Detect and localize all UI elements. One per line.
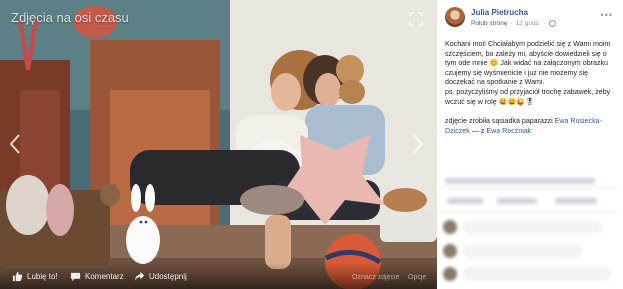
- avatar[interactable]: [445, 7, 465, 27]
- post-sidebar: Julia Pietrucha Polub stronę · 12 godz. …: [437, 0, 623, 289]
- post-text-line: wczuć się w rolę 😄😄😜🎖: [445, 97, 535, 106]
- avatar: [443, 267, 457, 281]
- comment-bubble: [462, 220, 602, 234]
- credit-separator: — z: [469, 126, 487, 135]
- share-button[interactable]: Udostępnij: [134, 271, 187, 282]
- avatar: [443, 244, 457, 258]
- post-text-line: szczęściem, bo zależy mi, abyście dowied…: [445, 49, 607, 58]
- comment-label: Komentarz: [85, 272, 124, 281]
- comment: [443, 244, 582, 258]
- photo-viewer[interactable]: Zdjęcia na osi czasu Lubię to! Komentarz…: [0, 0, 437, 289]
- blurred-line: [447, 198, 483, 204]
- post-author-header: Julia Pietrucha Polub stronę · 12 godz. …: [445, 7, 556, 29]
- post-text-line: ps. pożyczyliśmy od przyjaciół trochę za…: [445, 87, 611, 96]
- author-subline: Polub stronę · 12 godz. ·: [471, 18, 556, 29]
- photo-credit: zdjęcie zrobiła sąsiadka paparazzi Ewa R…: [445, 117, 617, 136]
- post-text-line: tym ode mnie 😊 Jak widać na załączonym o…: [445, 59, 608, 68]
- blurred-line: [497, 198, 537, 204]
- comment-icon: [70, 272, 81, 282]
- more-options-icon[interactable]: •••: [601, 10, 613, 20]
- next-photo-icon[interactable]: [411, 133, 425, 155]
- like-label: Lubię to!: [27, 272, 58, 281]
- globe-icon: [548, 20, 556, 27]
- like-button[interactable]: Lubię to!: [12, 271, 58, 282]
- fullscreen-icon[interactable]: [409, 12, 423, 26]
- separator-dot: ·: [543, 20, 546, 27]
- share-icon: [134, 271, 145, 281]
- blurred-line: [445, 178, 595, 184]
- tag-photo-link[interactable]: Oznacz zdjęcie: [352, 274, 399, 281]
- comment-bubble: [462, 267, 612, 281]
- post-time[interactable]: 12 godz.: [516, 18, 541, 29]
- blurred-reactions-and-comments: [437, 170, 623, 289]
- photo: [0, 0, 437, 289]
- post-text: Kochani moi! Chciałabym podzielić się z …: [445, 40, 617, 107]
- previous-photo-icon[interactable]: [8, 133, 22, 155]
- blurred-line: [555, 198, 597, 204]
- author-name[interactable]: Julia Pietrucha: [471, 7, 556, 18]
- thumbs-up-icon: [12, 271, 23, 282]
- comment: [443, 267, 612, 281]
- share-label: Udostępnij: [149, 272, 187, 281]
- post-text-line: Kochani moi! Chciałabym podzielić się z …: [445, 40, 611, 48]
- post-text-line: doczekać na spotkanie z Wami.: [445, 78, 545, 87]
- comment: [443, 220, 602, 234]
- options-link[interactable]: Opcje: [408, 274, 426, 281]
- post-text-line: czujemy się wyśmienicie i już nie możemy…: [445, 68, 589, 77]
- tagged-person-link[interactable]: Ewa Roczniak: [486, 127, 531, 135]
- avatar: [443, 220, 457, 234]
- credit-prefix: zdjęcie zrobiła sąsiadka paparazzi: [445, 117, 553, 125]
- like-page-link[interactable]: Polub stronę: [471, 18, 508, 29]
- separator-dot: ·: [510, 20, 513, 27]
- comment-bubble: [462, 244, 582, 258]
- album-title[interactable]: Zdjęcia na osi czasu: [11, 10, 129, 25]
- reaction-bar: [437, 188, 623, 212]
- comment-button[interactable]: Komentarz: [70, 271, 124, 282]
